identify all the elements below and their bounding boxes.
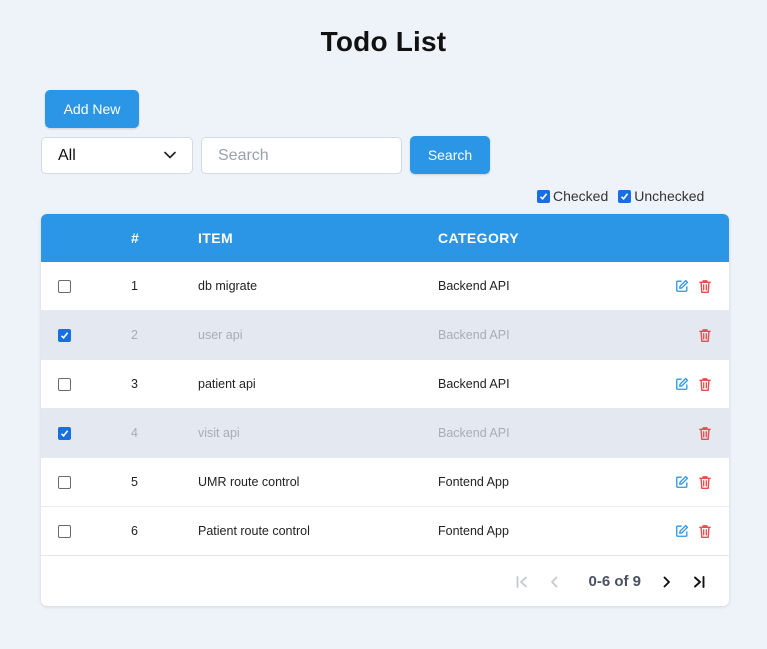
row-item: Patient route control bbox=[198, 524, 310, 538]
trash-icon[interactable] bbox=[698, 279, 714, 295]
row-index: 6 bbox=[131, 524, 138, 538]
row-item: visit api bbox=[198, 426, 240, 440]
row-checkbox[interactable] bbox=[58, 280, 71, 293]
next-page-icon[interactable] bbox=[659, 574, 675, 590]
trash-icon[interactable] bbox=[698, 426, 714, 442]
row-category: Backend API bbox=[438, 377, 510, 391]
table-row: 1 db migrate Backend API bbox=[41, 262, 729, 311]
row-item: db migrate bbox=[198, 279, 258, 293]
checked-filter-label: Checked bbox=[553, 188, 609, 204]
row-checkbox[interactable] bbox=[58, 525, 71, 538]
header-index: # bbox=[131, 230, 140, 246]
row-checkbox[interactable] bbox=[58, 427, 71, 440]
search-button[interactable]: Search bbox=[410, 136, 490, 174]
checked-filter[interactable]: Checked bbox=[537, 188, 608, 204]
table-row: 6 Patient route control Fontend App bbox=[41, 507, 729, 556]
search-input[interactable] bbox=[201, 137, 402, 174]
row-item: UMR route control bbox=[198, 475, 300, 489]
row-actions bbox=[698, 426, 714, 442]
todo-table: # ITEM CATEGORY 1 db migrate Backend API… bbox=[41, 214, 729, 606]
page-title: Todo List bbox=[320, 26, 447, 57]
table-row: 4 visit api Backend API bbox=[41, 409, 729, 458]
header-item: ITEM bbox=[198, 230, 234, 246]
row-index: 1 bbox=[131, 279, 138, 293]
add-new-button[interactable]: Add New bbox=[45, 90, 139, 128]
edit-icon[interactable] bbox=[675, 475, 691, 491]
row-actions bbox=[675, 377, 714, 393]
header-category: CATEGORY bbox=[438, 230, 519, 246]
last-page-icon[interactable] bbox=[691, 574, 707, 590]
row-category: Backend API bbox=[438, 328, 510, 342]
unchecked-filter-label: Unchecked bbox=[634, 188, 705, 204]
table-row: 3 patient api Backend API bbox=[41, 360, 729, 409]
pagination: 0-6 of 9 bbox=[514, 573, 707, 590]
trash-icon[interactable] bbox=[698, 475, 714, 491]
checked-filter-checkbox[interactable] bbox=[537, 189, 550, 203]
row-actions bbox=[675, 475, 714, 491]
row-category: Fontend App bbox=[438, 475, 509, 489]
first-page-icon[interactable] bbox=[514, 574, 530, 590]
prev-page-icon[interactable] bbox=[546, 574, 562, 590]
table-header: # ITEM CATEGORY bbox=[41, 214, 729, 262]
row-item: patient api bbox=[198, 377, 256, 391]
chevron-down-icon bbox=[164, 151, 176, 159]
row-item: user api bbox=[198, 328, 243, 342]
edit-icon[interactable] bbox=[675, 377, 691, 393]
row-checkbox[interactable] bbox=[58, 476, 71, 489]
edit-icon[interactable] bbox=[675, 524, 691, 540]
status-filters: Checked Unchecked bbox=[537, 188, 704, 204]
row-actions bbox=[675, 524, 714, 540]
row-actions bbox=[675, 279, 714, 295]
row-checkbox[interactable] bbox=[58, 378, 71, 391]
edit-icon[interactable] bbox=[675, 279, 691, 295]
trash-icon[interactable] bbox=[698, 377, 714, 393]
row-actions bbox=[698, 328, 714, 344]
unchecked-filter-checkbox[interactable] bbox=[618, 189, 632, 203]
row-index: 2 bbox=[131, 328, 138, 342]
row-checkbox[interactable] bbox=[58, 329, 71, 342]
row-category: Fontend App bbox=[438, 524, 509, 538]
unchecked-filter[interactable]: Unchecked bbox=[618, 188, 704, 204]
filter-select[interactable]: All bbox=[41, 137, 193, 174]
row-index: 5 bbox=[131, 475, 138, 489]
table-row: 5 UMR route control Fontend App bbox=[41, 458, 729, 507]
pagination-range: 0-6 of 9 bbox=[588, 573, 641, 590]
row-category: Backend API bbox=[438, 426, 510, 440]
table-row: 2 user api Backend API bbox=[41, 311, 729, 360]
row-index: 4 bbox=[131, 426, 138, 440]
trash-icon[interactable] bbox=[698, 328, 714, 344]
row-index: 3 bbox=[131, 377, 138, 391]
trash-icon[interactable] bbox=[698, 524, 714, 540]
filter-select-value: All bbox=[58, 146, 76, 164]
row-category: Backend API bbox=[438, 279, 510, 293]
